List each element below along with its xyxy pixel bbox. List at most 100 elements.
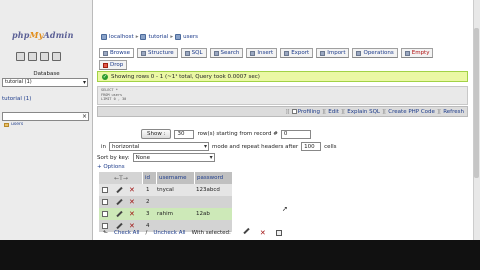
cell-id: 2 [146, 199, 150, 205]
results-header-row: ←T→ id username password [99, 172, 232, 184]
cell-password: 123abcd [196, 187, 220, 193]
refresh-link[interactable]: Refresh [443, 109, 464, 115]
phpmyadmin-logo[interactable]: phpMyAdmin [12, 30, 74, 40]
checkbox-icon [102, 211, 108, 217]
explain-sql-link[interactable]: Explain SQL [347, 109, 380, 115]
check-all-link[interactable]: Check All [114, 230, 140, 236]
edit-row-button[interactable] [115, 196, 124, 208]
pencil-icon [116, 198, 123, 206]
table-row[interactable]: ✕ 3 rahim 12ab [99, 208, 232, 220]
tab-label: Operations [363, 50, 394, 56]
success-check-icon: ✓ [102, 73, 108, 80]
database-icon [140, 34, 147, 40]
table-row[interactable]: ✕ 1 tnycal 123abcd [99, 184, 232, 196]
uncheck-all-link[interactable]: Uncheck All [153, 230, 185, 236]
sort-by-key-select[interactable]: None [132, 153, 215, 162]
profiling-label: Profiling [297, 108, 320, 115]
delete-row-button[interactable]: ✕ [129, 196, 135, 208]
tab-structure[interactable]: Structure [137, 48, 178, 58]
with-selected-actions: ✕ [243, 227, 282, 236]
delete-row-button[interactable]: ✕ [129, 184, 135, 196]
tab-export[interactable]: Export [280, 48, 314, 58]
display-mode-value: horizontal [112, 143, 140, 150]
tab-insert[interactable]: Insert [246, 48, 278, 58]
tab-label: Empty [411, 50, 430, 56]
tab-empty[interactable]: Empty [400, 48, 434, 58]
tab-import[interactable]: Import [316, 48, 350, 58]
tab-label: Insert [257, 50, 274, 56]
sort-arrows[interactable]: ←T→ [101, 172, 141, 184]
delete-selected-icon[interactable]: ✕ [260, 229, 266, 236]
cell-id: 3 [146, 211, 150, 217]
repeat-headers-input[interactable]: 100 [301, 142, 322, 151]
insert-icon [250, 50, 256, 56]
sort-by-key-label: Sort by key: [97, 154, 130, 161]
breadcrumb-server[interactable]: localhost [109, 34, 134, 40]
breadcrumb-database[interactable]: tutorial [148, 34, 168, 40]
query-window-icon[interactable] [28, 52, 37, 61]
options-toggle[interactable]: + Options [97, 164, 125, 170]
cell-id: 1 [146, 187, 150, 193]
main-frame: localhost ▸ tutorial ▸ users Browse Stru… [93, 0, 480, 240]
arrow-up-icon: ⬑ [103, 229, 109, 236]
delete-row-button[interactable]: ✕ [129, 208, 135, 220]
drop-icon [103, 62, 108, 68]
create-php-code-link[interactable]: Create PHP Code [388, 109, 435, 115]
sql-query-box: SELECT * FROM users LIMIT 0 , 30 [97, 86, 468, 105]
display-mode-select[interactable]: horizontal [109, 142, 210, 151]
tab-label: Structure [148, 50, 174, 56]
tab-label: Import [327, 50, 346, 56]
server-icon [101, 34, 107, 40]
tab-label: Drop [110, 62, 124, 68]
column-header-password[interactable]: password [194, 172, 232, 184]
row-checkbox[interactable] [102, 208, 108, 220]
edit-link[interactable]: Edit [328, 109, 339, 115]
tab-drop[interactable]: Drop [99, 60, 128, 70]
profiling-checkbox[interactable] [291, 109, 297, 114]
vertical-scrollbar[interactable] [473, 0, 480, 240]
home-icon[interactable] [16, 52, 25, 61]
cell-password: 12ab [196, 211, 210, 217]
divider: / [145, 229, 148, 236]
edit-selected-icon[interactable] [243, 227, 250, 234]
tab-operations[interactable]: Operations [352, 48, 398, 58]
export-selected-icon[interactable] [275, 229, 282, 236]
row-checkbox[interactable] [102, 196, 108, 208]
edit-row-button[interactable] [115, 184, 124, 196]
structure-icon [141, 50, 147, 56]
breadcrumb: localhost ▸ tutorial ▸ users [101, 34, 198, 40]
sql-line: LIMIT 0 , 30 [101, 97, 127, 101]
table-icon [4, 122, 9, 127]
rows-count-input[interactable]: 30 [174, 129, 195, 139]
database-select[interactable]: tutorial (1) [2, 78, 88, 87]
documentation-icon[interactable] [40, 52, 49, 61]
column-header-id[interactable]: id [142, 172, 156, 184]
scrollbar-thumb[interactable] [474, 28, 479, 178]
table-icon [175, 34, 182, 40]
tab-sql[interactable]: SQL [180, 48, 207, 58]
cell-username: rahim [157, 211, 174, 217]
tab-browse[interactable]: Browse [99, 48, 135, 58]
start-record-input[interactable]: 0 [280, 129, 311, 139]
tab-search[interactable]: Search [209, 48, 244, 58]
in-label: in [101, 143, 107, 150]
table-list-item-users[interactable]: users [4, 122, 23, 127]
table-row[interactable]: ✕ 2 [99, 196, 232, 208]
pencil-icon [116, 186, 123, 194]
clear-filter-icon[interactable]: × [82, 113, 87, 120]
sort-by-key-value: None [135, 154, 150, 161]
table-filter-input[interactable]: × [2, 112, 89, 121]
column-header-username[interactable]: username [156, 172, 194, 184]
edit-row-button[interactable] [115, 208, 124, 220]
tab-label: Export [291, 50, 310, 56]
delete-icon: ✕ [129, 210, 135, 218]
profiling-toggle[interactable]: Profiling [291, 108, 320, 115]
database-title-link[interactable]: tutorial (1) [2, 96, 31, 102]
tab-label: Search [220, 50, 240, 56]
sql-docs-icon[interactable] [52, 52, 61, 61]
breadcrumb-table[interactable]: users [183, 34, 198, 40]
row-checkbox[interactable] [102, 184, 108, 196]
show-button[interactable]: Show : [141, 129, 172, 139]
logo-php: php [12, 30, 30, 40]
checkbox-icon [102, 187, 108, 193]
